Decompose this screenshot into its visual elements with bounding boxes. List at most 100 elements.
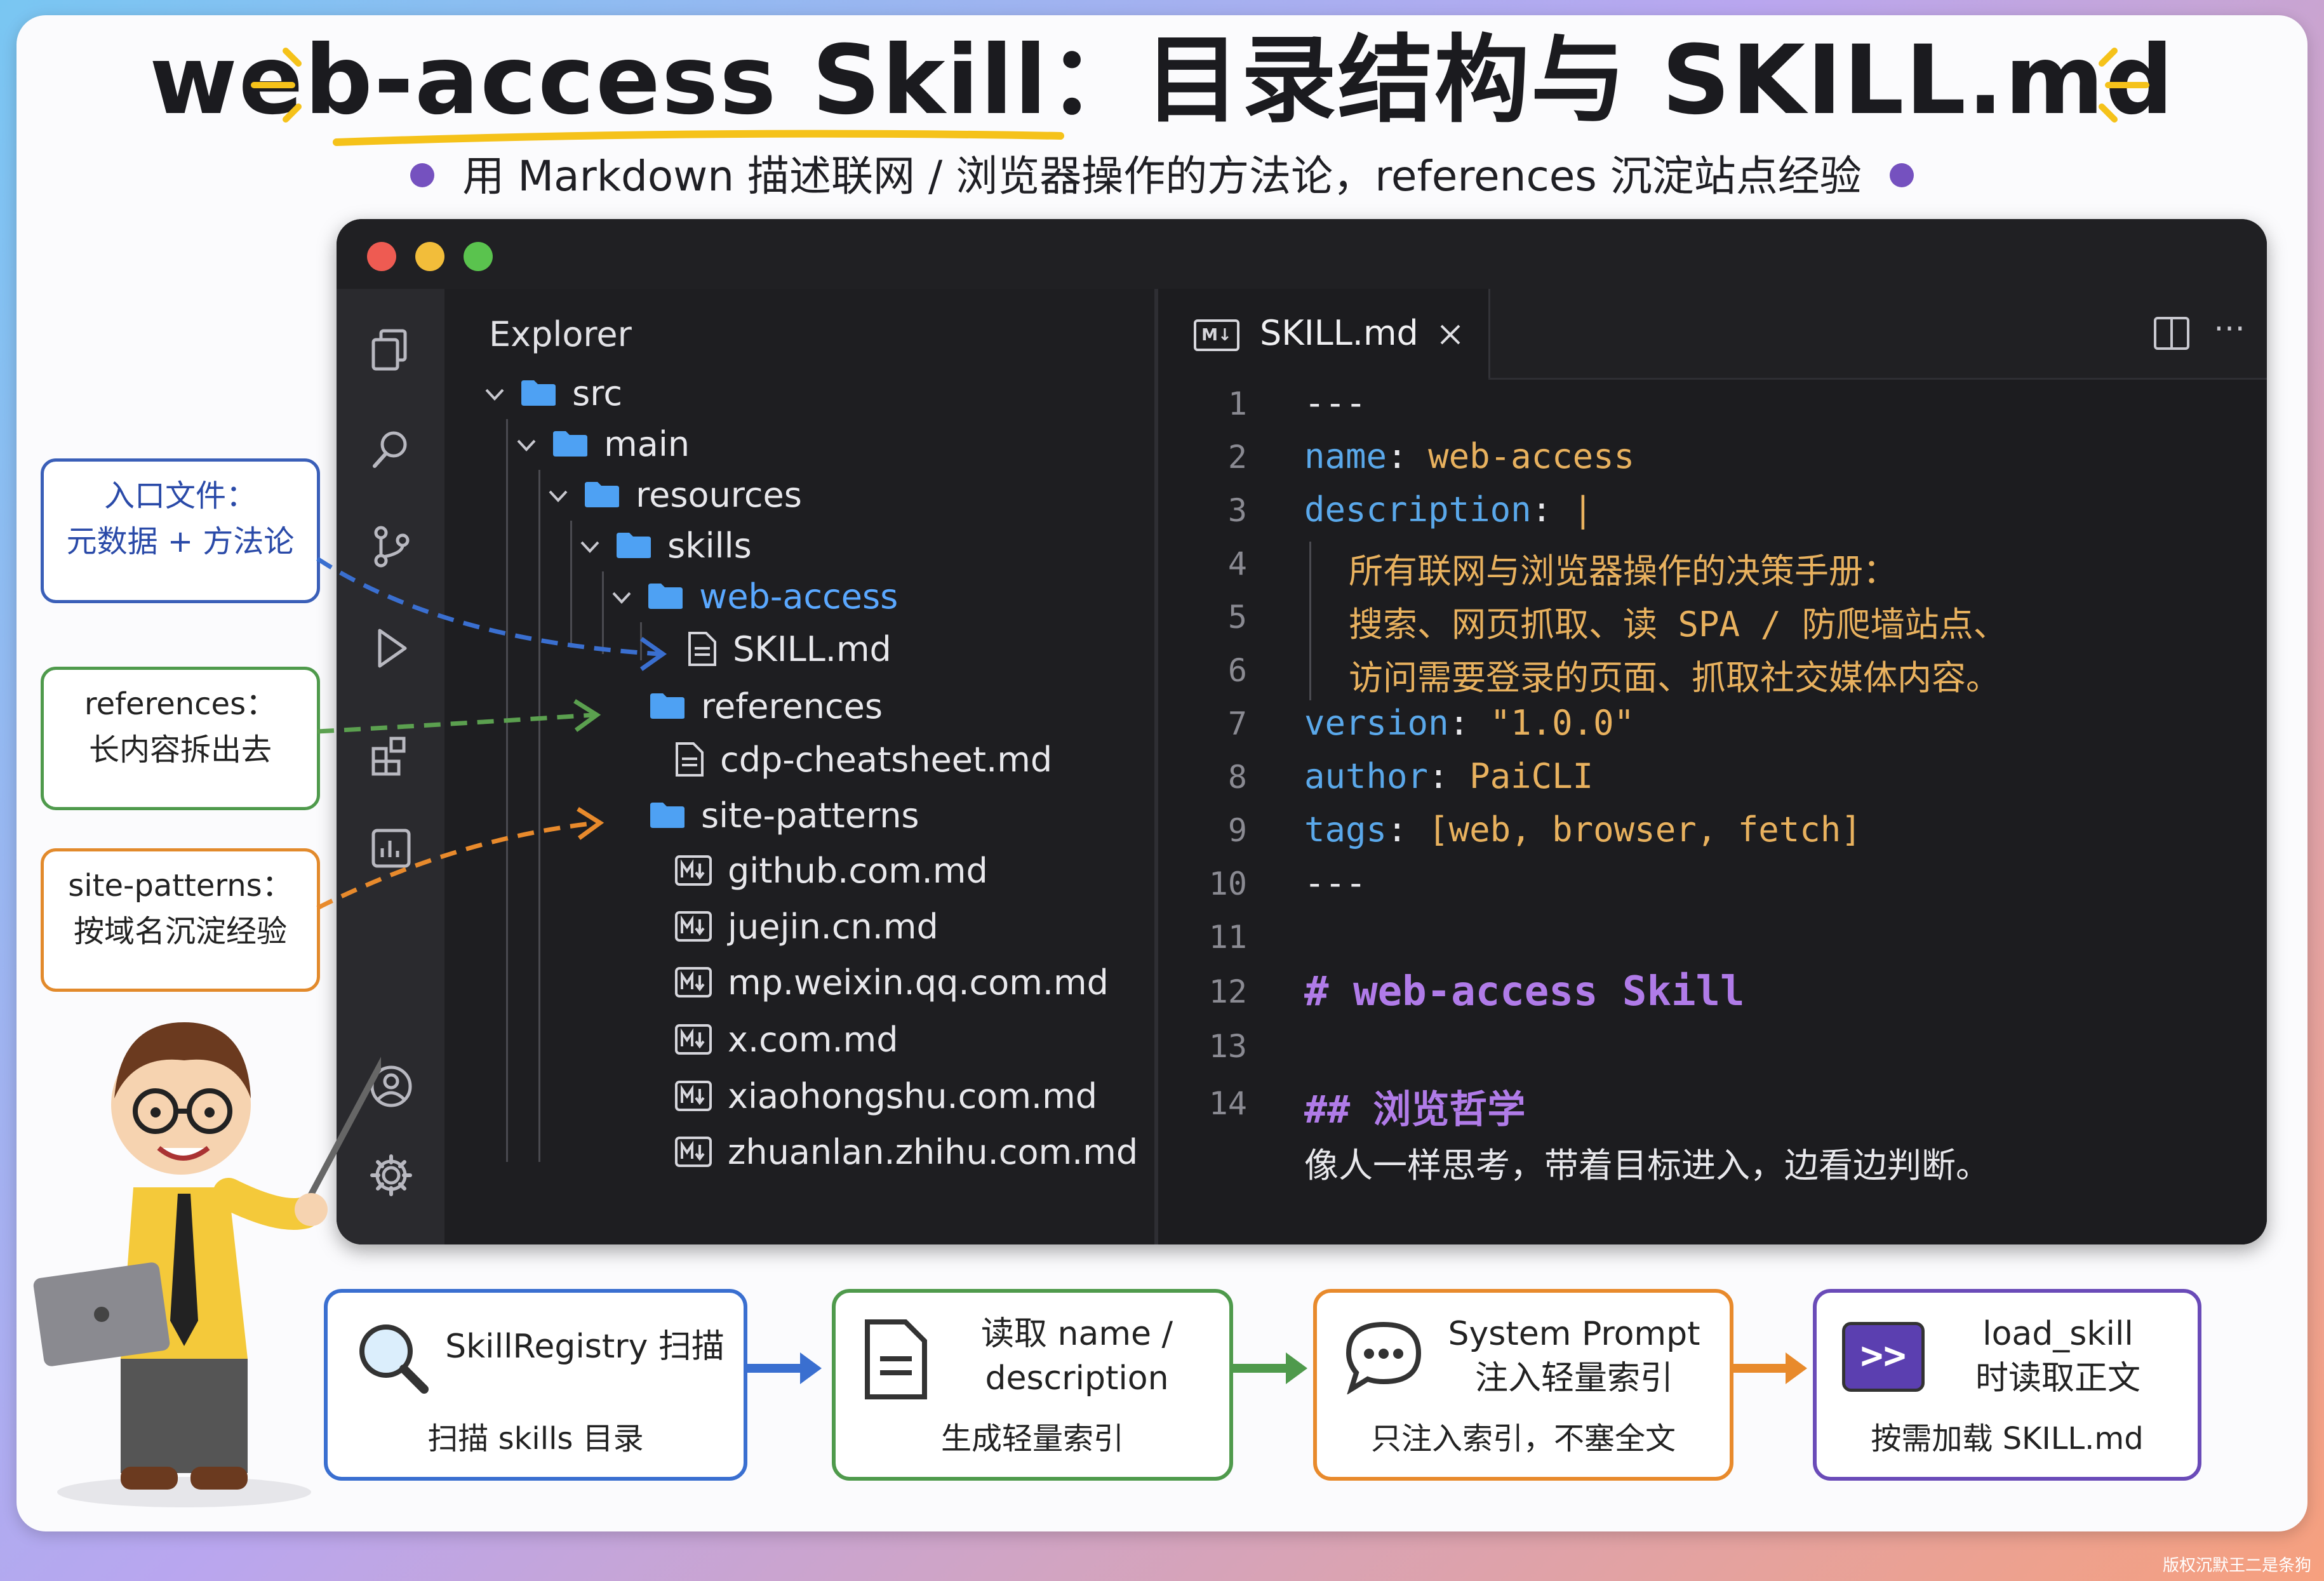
tree-folder-skills[interactable]: skills bbox=[579, 521, 752, 571]
tree-guide bbox=[640, 622, 642, 660]
callout-line: 入口文件： bbox=[104, 478, 257, 514]
arrow-right-icon bbox=[1732, 1352, 1807, 1384]
flow-step-inject: System Prompt 注入轻量索引 只注入索引，不塞全文 bbox=[1313, 1289, 1733, 1481]
indent-guide bbox=[1309, 542, 1311, 700]
markdown-file-icon bbox=[675, 911, 712, 942]
minimize-window-button[interactable] bbox=[415, 242, 444, 271]
tree-guide bbox=[506, 419, 508, 1162]
code-line-5: 搜索、网页抓取、读 SPA / 防爬墙站点、 bbox=[1349, 604, 2008, 644]
magnifier-icon bbox=[359, 1324, 429, 1394]
line-number: 8 bbox=[1227, 759, 1247, 796]
markdown-file-icon bbox=[675, 1081, 712, 1112]
analytics-icon[interactable] bbox=[368, 825, 414, 871]
code-line-6: 访问需要登录的页面、抓取社交媒体内容。 bbox=[1349, 658, 2000, 698]
flow-step-load: >> load_skill 时读取正文 按需加载 SKILL.md bbox=[1813, 1289, 2201, 1481]
code-line-4: 所有联网与浏览器操作的决策手册： bbox=[1349, 551, 1897, 591]
flow-title-line: 读取 name / bbox=[980, 1315, 1173, 1353]
code-line-9: tags: [web, browser, fetch] bbox=[1304, 810, 1862, 850]
flow-title: System Prompt 注入轻量索引 bbox=[1431, 1312, 1717, 1401]
source-control-icon[interactable] bbox=[368, 524, 414, 570]
code-line-15: 像人一样思考，带着目标进入，边看边判断。 bbox=[1304, 1145, 1990, 1185]
tree-label: zhuanlan.zhihu.com.md bbox=[728, 1132, 1139, 1172]
maximize-window-button[interactable] bbox=[464, 242, 493, 271]
tree-label: x.com.md bbox=[728, 1020, 898, 1060]
folder-icon bbox=[521, 380, 556, 406]
files-icon[interactable] bbox=[368, 327, 414, 373]
callout-line: site-patterns： bbox=[68, 868, 293, 904]
chevron-down-icon bbox=[611, 571, 636, 622]
subtitle: 用 Markdown 描述联网 / 浏览器操作的方法论，references 沉… bbox=[0, 145, 2324, 208]
chat-bubble-icon bbox=[1346, 1321, 1422, 1394]
tree-label: juejin.cn.md bbox=[728, 907, 938, 947]
split-editor-icon[interactable] bbox=[2153, 314, 2191, 352]
tree-file-cdp-cheatsheet[interactable]: cdp-cheatsheet.md bbox=[674, 735, 1052, 785]
code-line-2: name: web-access bbox=[1304, 436, 1635, 476]
tree-folder-web-access[interactable]: web-access bbox=[611, 571, 898, 622]
sparkle-left-icon bbox=[251, 48, 302, 123]
flow-title-line: description bbox=[985, 1359, 1169, 1398]
tree-file-xiaohongshu[interactable]: xiaohongshu.com.md bbox=[674, 1071, 1097, 1122]
file-icon bbox=[688, 632, 716, 667]
flow-title-line: load_skill bbox=[1982, 1315, 2134, 1353]
run-debug-icon[interactable] bbox=[368, 625, 414, 671]
search-icon[interactable] bbox=[368, 425, 414, 471]
markdown-file-icon: M↓ bbox=[1194, 319, 1239, 351]
file-icon bbox=[676, 742, 704, 777]
tree-file-juejin[interactable]: juejin.cn.md bbox=[674, 902, 938, 952]
tree-file-github[interactable]: github.com.md bbox=[674, 846, 988, 897]
tree-label: skills bbox=[667, 526, 752, 566]
tab-skill-md[interactable]: M↓ SKILL.md bbox=[1158, 289, 1490, 378]
explorer-title: Explorer bbox=[489, 314, 632, 354]
tree-guide bbox=[602, 571, 604, 654]
chevron-down-icon bbox=[516, 419, 541, 470]
tab-label: SKILL.md bbox=[1260, 313, 1419, 353]
watermark: 版权沉默王二是条狗 bbox=[2162, 1556, 2311, 1575]
line-number: 14 bbox=[1208, 1085, 1247, 1122]
markdown-file-icon bbox=[675, 1137, 712, 1168]
line-number: 10 bbox=[1208, 865, 1247, 902]
line-number: 7 bbox=[1227, 705, 1247, 742]
chevron-down-icon bbox=[484, 368, 509, 419]
callout-line: 按域名沉淀经验 bbox=[73, 914, 287, 949]
flow-title-line: 注入轻量索引 bbox=[1474, 1359, 1673, 1398]
markdown-file-icon bbox=[675, 967, 712, 998]
page-title: web-access Skill：目录结构与 SKILL.md bbox=[149, 25, 2175, 136]
folder-icon bbox=[553, 431, 588, 457]
extensions-icon[interactable] bbox=[368, 733, 414, 779]
tree-folder-references[interactable]: references bbox=[649, 681, 883, 732]
close-window-button[interactable] bbox=[367, 242, 396, 271]
more-actions-icon[interactable]: ⋯ bbox=[2214, 309, 2249, 346]
tree-file-zhihu[interactable]: zhuanlan.zhihu.com.md bbox=[674, 1127, 1138, 1178]
line-number: 3 bbox=[1227, 492, 1247, 529]
flow-title: SkillRegistry 扫描 bbox=[445, 1328, 725, 1366]
tree-folder-resources[interactable]: resources bbox=[547, 470, 802, 521]
markdown-file-icon bbox=[675, 1024, 712, 1055]
tree-guide bbox=[570, 521, 572, 648]
editor-panel: ⋯ M↓ SKILL.md 1 2 3 4 5 6 7 8 9 10 11 12… bbox=[1158, 289, 2267, 1244]
callout-line: 元数据 + 方法论 bbox=[66, 524, 295, 559]
callout-line: 长内容拆出去 bbox=[88, 732, 272, 768]
terminal-icon: >> bbox=[1842, 1322, 1925, 1392]
tree-file-weixin[interactable]: mp.weixin.qq.com.md bbox=[674, 957, 1109, 1008]
tree-folder-main[interactable]: main bbox=[516, 419, 690, 470]
tree-folder-src[interactable]: src bbox=[484, 368, 622, 419]
line-number: 4 bbox=[1227, 545, 1247, 582]
code-line-1: --- bbox=[1304, 383, 1366, 423]
close-tab-icon[interactable] bbox=[1438, 322, 1463, 347]
editor-window: Explorer src main resources skills web-a… bbox=[337, 219, 2267, 1244]
line-number: 5 bbox=[1227, 599, 1247, 636]
subtitle-text: 用 Markdown 描述联网 / 浏览器操作的方法论，references 沉… bbox=[462, 152, 1862, 201]
line-number: 9 bbox=[1227, 812, 1247, 849]
line-number: 6 bbox=[1227, 652, 1247, 689]
tree-file-skill-md[interactable]: SKILL.md bbox=[687, 624, 892, 675]
chevron-down-icon bbox=[579, 521, 604, 571]
code-line-12: # web-access Skill bbox=[1304, 968, 1745, 1015]
line-number: 1 bbox=[1227, 385, 1247, 422]
tree-file-x[interactable]: x.com.md bbox=[674, 1015, 898, 1065]
folder-icon bbox=[650, 803, 685, 829]
tree-folder-site-patterns[interactable]: site-patterns bbox=[649, 790, 919, 841]
folder-icon bbox=[650, 693, 685, 719]
markdown-file-icon bbox=[675, 855, 712, 886]
tree-label: mp.weixin.qq.com.md bbox=[728, 963, 1109, 1003]
tree-guide bbox=[538, 470, 540, 1162]
